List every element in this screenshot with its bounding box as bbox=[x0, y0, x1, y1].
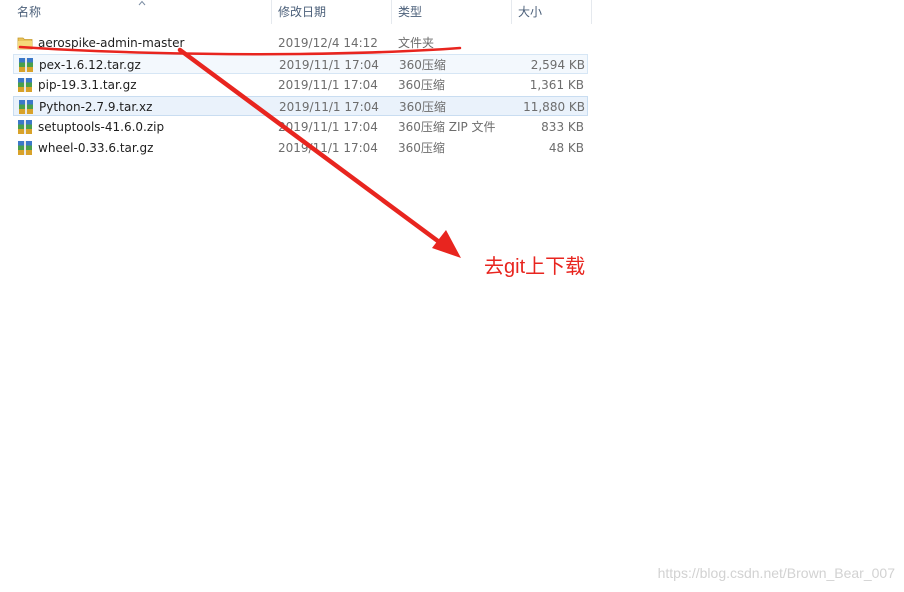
red-arrow-line bbox=[177, 47, 453, 253]
red-arrow-head-icon bbox=[432, 230, 461, 258]
annotation-text: 去git上下载 bbox=[484, 256, 586, 278]
annotation-overlay bbox=[18, 45, 462, 258]
watermark: https://blog.csdn.net/Brown_Bear_007 bbox=[657, 565, 895, 581]
red-underline bbox=[18, 45, 462, 56]
